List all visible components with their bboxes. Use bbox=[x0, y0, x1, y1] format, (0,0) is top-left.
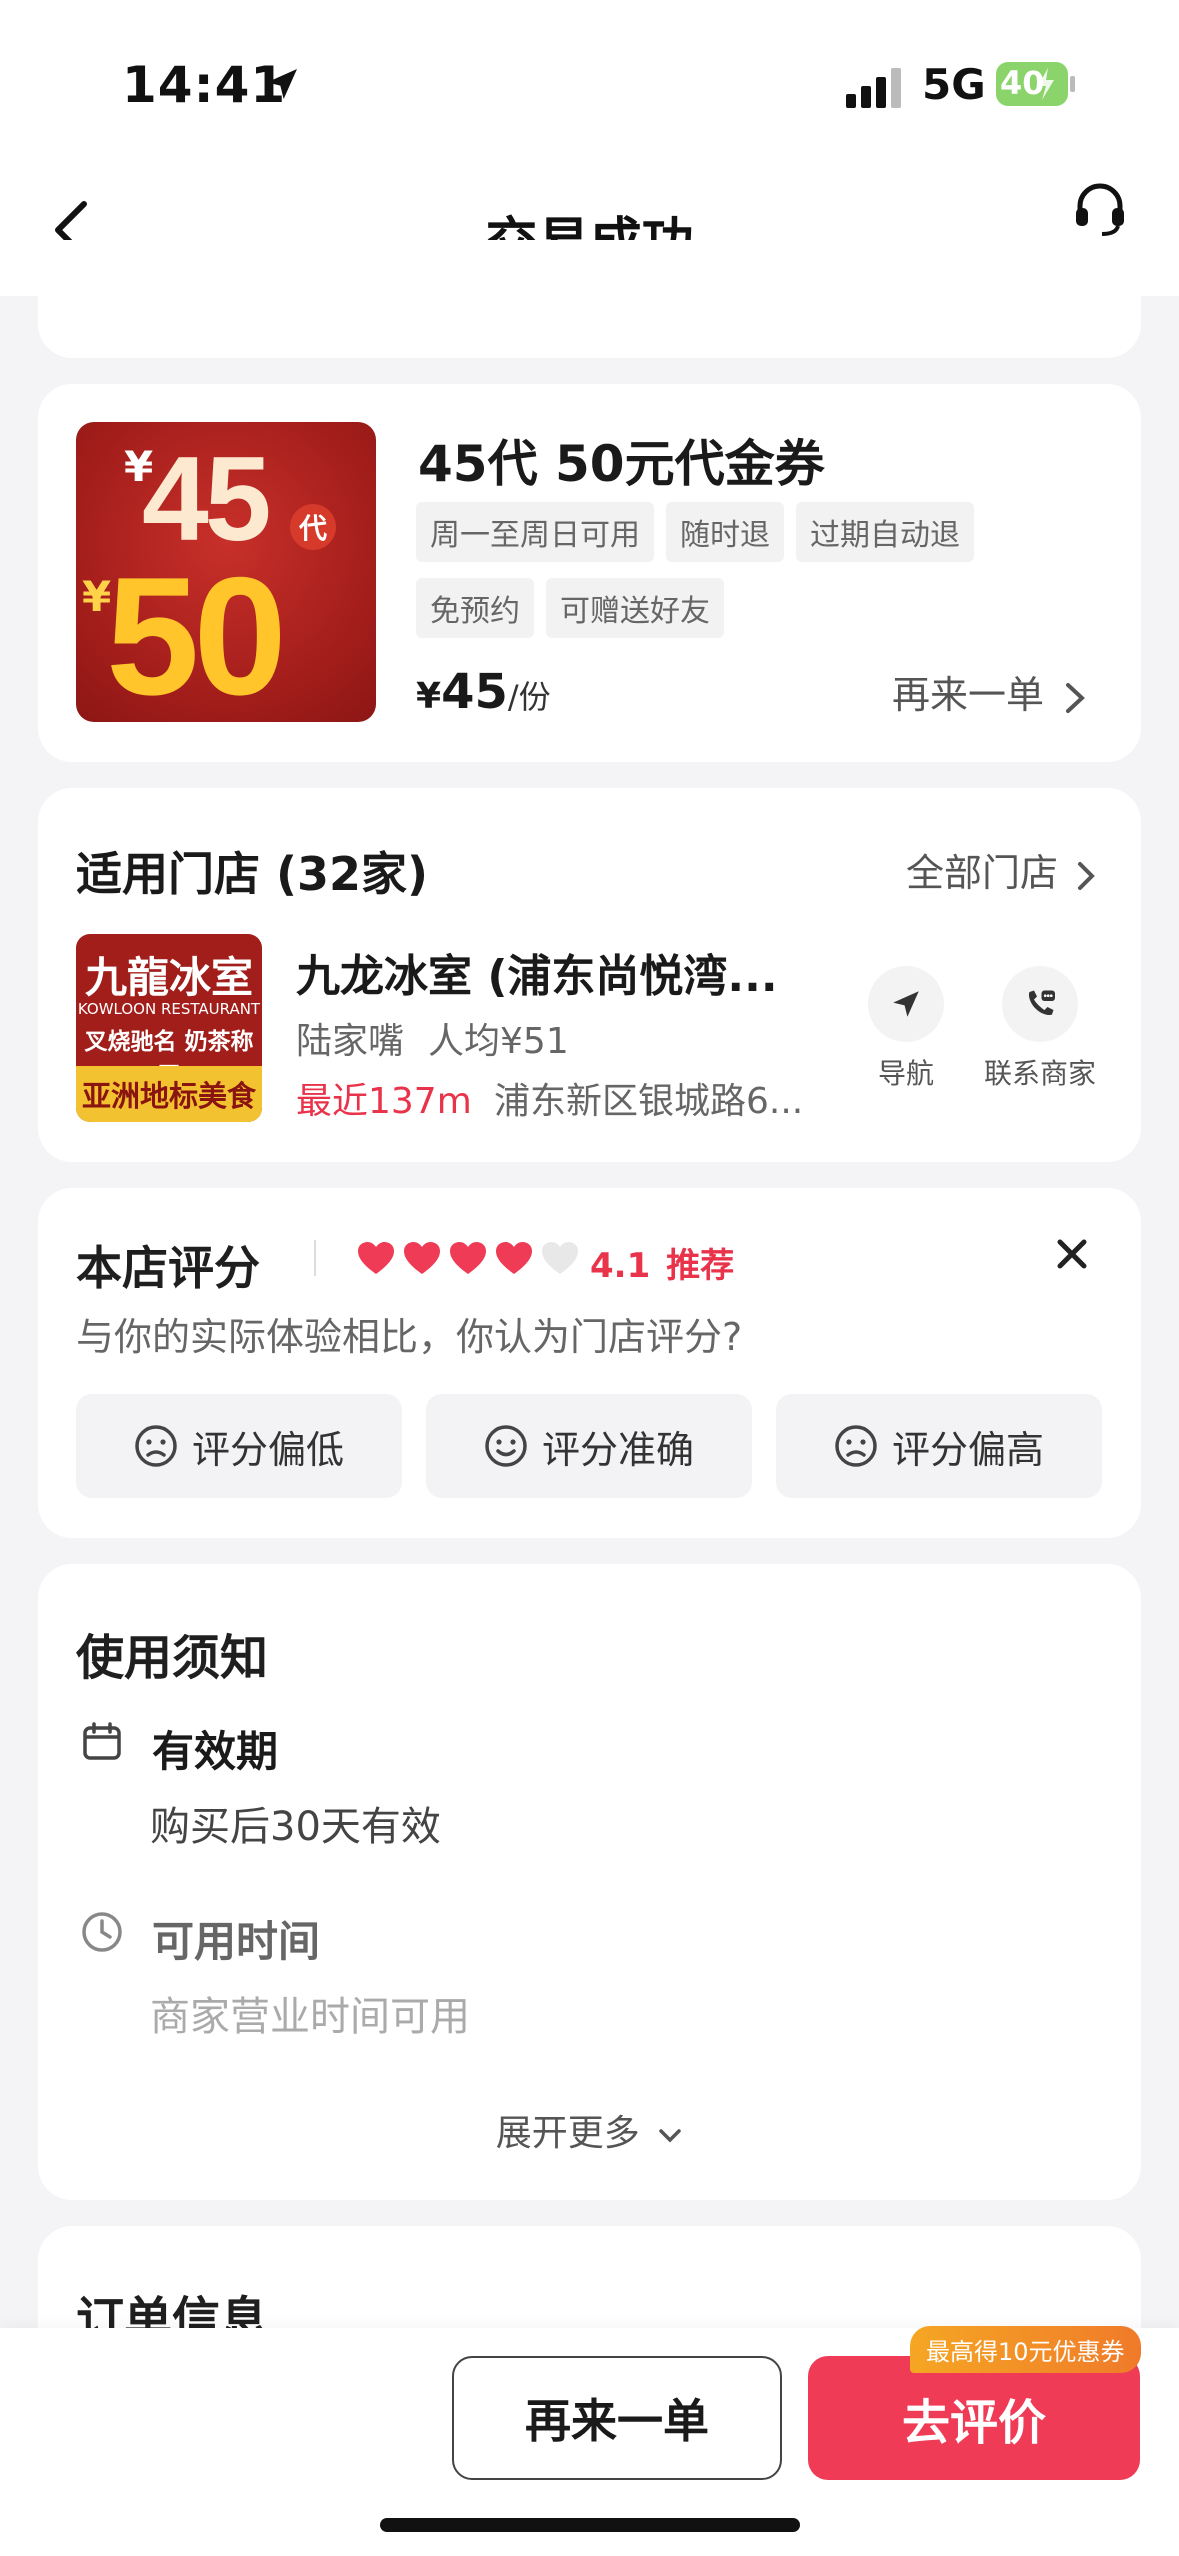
tag: 过期自动退 bbox=[796, 502, 974, 562]
chevron-right-icon bbox=[1066, 682, 1086, 713]
heart-filled-icon bbox=[450, 1242, 486, 1274]
price-value: 45 bbox=[441, 664, 508, 720]
rating-too-high-button[interactable]: 评分偏高 bbox=[776, 1394, 1102, 1498]
store-area: 陆家嘴 bbox=[296, 1021, 405, 1062]
store-logo-banner: 亚洲地标美食 bbox=[76, 1066, 262, 1122]
product-title[interactable]: 45代 50元代金券 bbox=[418, 424, 825, 496]
available-time-heading: 可用时间 bbox=[152, 1917, 321, 1966]
store-distance: 最近137m bbox=[296, 1081, 472, 1122]
clock-icon bbox=[80, 1910, 124, 1958]
headset-icon bbox=[1076, 183, 1124, 236]
calendar-icon bbox=[80, 1720, 124, 1768]
reorder-link-label: 再来一单 bbox=[892, 673, 1045, 717]
battery-level: 40 bbox=[1000, 64, 1045, 102]
close-icon[interactable] bbox=[1052, 1234, 1092, 1278]
write-review-button[interactable]: 去评价 bbox=[808, 2356, 1140, 2480]
product-tags: 周一至周日可用 随时退 过期自动退 免预约 可赠送好友 bbox=[416, 502, 1056, 638]
network-type: 5G bbox=[922, 60, 986, 109]
store-meta: 陆家嘴 人均¥51 bbox=[296, 1012, 569, 1064]
phone-chat-icon bbox=[1028, 990, 1055, 1016]
sad-face-icon bbox=[835, 1425, 877, 1467]
tag: 随时退 bbox=[666, 502, 784, 562]
product-price: ¥45/份 bbox=[416, 664, 551, 720]
rating-score: 4.1 推荐 bbox=[590, 1238, 734, 1287]
rating-accurate-button[interactable]: 评分准确 bbox=[426, 1394, 752, 1498]
rating-score-label: 推荐 bbox=[666, 1246, 735, 1286]
cellular-signal-icon bbox=[846, 68, 906, 112]
navigation-arrow-icon bbox=[893, 991, 919, 1017]
reorder-button[interactable]: 再来一单 bbox=[452, 2356, 782, 2480]
all-stores-link[interactable]: 全部门店 bbox=[906, 842, 1098, 897]
available-time-text: 商家营业时间可用 bbox=[150, 1994, 470, 2040]
tag: 免预约 bbox=[416, 578, 534, 638]
voucher-image-suffix: 代 bbox=[290, 504, 336, 550]
rating-option-label: 评分准确 bbox=[541, 1427, 694, 1472]
contact-merchant-label: 联系商家 bbox=[983, 1057, 1096, 1090]
sad-face-icon bbox=[135, 1425, 177, 1467]
chevron-down-icon bbox=[659, 2129, 681, 2143]
chevron-right-icon bbox=[1078, 861, 1095, 890]
heart-filled-icon bbox=[358, 1242, 394, 1274]
usage-notes-title: 使用须知 bbox=[76, 1630, 269, 1686]
location-arrow-icon bbox=[262, 64, 302, 108]
home-indicator[interactable] bbox=[380, 2518, 800, 2532]
rating-option-label: 评分偏高 bbox=[891, 1427, 1044, 1472]
contact-merchant-button[interactable]: 联系商家 bbox=[966, 966, 1114, 1092]
voucher-image[interactable]: ¥ 45 代 ¥ 50 bbox=[76, 422, 376, 722]
rating-divider bbox=[314, 1240, 316, 1276]
coupon-reward-badge: 最高得10元优惠券 bbox=[910, 2326, 1141, 2373]
rating-option-label: 评分偏低 bbox=[191, 1427, 344, 1472]
all-stores-label: 全部门店 bbox=[906, 851, 1059, 895]
rating-score-value: 4.1 bbox=[590, 1246, 651, 1286]
rating-title: 本店评分 bbox=[76, 1241, 260, 1295]
smile-face-icon bbox=[485, 1425, 527, 1467]
expand-more-label: 展开更多 bbox=[495, 2113, 640, 2154]
store-name[interactable]: 九龙冰室 (浦东尚悦湾... bbox=[296, 940, 816, 1004]
store-avg-price: 人均¥51 bbox=[428, 1021, 569, 1062]
store-logo-english: KOWLOON RESTAURANT bbox=[77, 1000, 261, 1018]
navigate-button[interactable]: 导航 bbox=[856, 966, 956, 1092]
heart-empty-icon bbox=[542, 1242, 578, 1274]
expand-more-button[interactable]: 展开更多 bbox=[0, 2104, 1179, 2156]
rating-too-low-button[interactable]: 评分偏低 bbox=[76, 1394, 402, 1498]
store-logo[interactable]: 九龍冰室 KOWLOON RESTAURANT 叉烧驰名 奶茶称王 亚洲地标美食 bbox=[76, 934, 262, 1122]
price-symbol: ¥ bbox=[416, 676, 442, 717]
heart-filled-icon bbox=[404, 1242, 440, 1274]
store-logo-name: 九龍冰室 bbox=[84, 953, 253, 1002]
store-address: 浦东新区银城路6... bbox=[494, 1081, 804, 1122]
voucher-image-price-bottom: 50 bbox=[106, 542, 287, 722]
validity-text: 购买后30天有效 bbox=[150, 1804, 441, 1850]
heart-filled-icon bbox=[496, 1242, 532, 1274]
price-unit: /份 bbox=[507, 678, 551, 716]
rating-hearts bbox=[356, 1240, 580, 1276]
store-section-title: 适用门店 (32家) bbox=[76, 847, 429, 901]
validity-heading: 有效期 bbox=[152, 1727, 279, 1776]
navigate-circle bbox=[868, 966, 944, 1042]
previous-card-bottom bbox=[38, 240, 1141, 358]
tag: 周一至周日可用 bbox=[416, 502, 654, 562]
contact-circle bbox=[1002, 966, 1078, 1042]
rating-question: 与你的实际体验相比，你认为门店评分? bbox=[76, 1315, 743, 1359]
tag: 可赠送好友 bbox=[546, 578, 724, 638]
navigate-label: 导航 bbox=[877, 1057, 934, 1090]
reorder-link[interactable]: 再来一单 bbox=[892, 664, 1088, 719]
